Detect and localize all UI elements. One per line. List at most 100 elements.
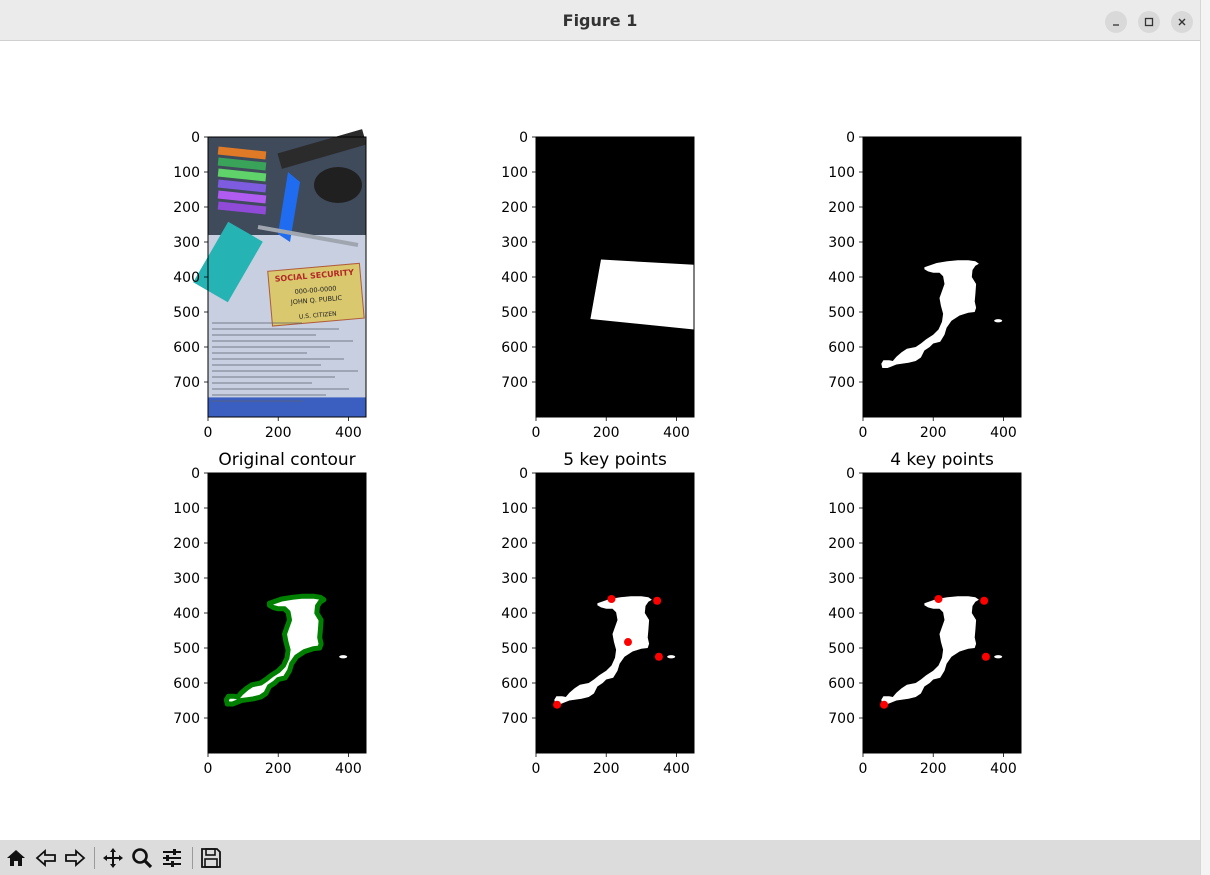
background-window-edge — [1200, 0, 1210, 875]
image-background — [863, 473, 1021, 753]
subplot-title: 4 key points — [890, 450, 994, 470]
y-tick-label: 200 — [828, 536, 855, 552]
y-tick-label: 400 — [501, 606, 528, 622]
y-tick-label: 300 — [828, 235, 855, 251]
image-background — [863, 137, 1021, 417]
y-tick-label: 500 — [501, 305, 528, 321]
y-tick-label: 100 — [501, 165, 528, 181]
subplot-3: 0 100 200 300 400 500 600 700 0 200 400 — [828, 130, 1022, 441]
y-tick-label: 0 — [191, 130, 200, 146]
window-title: Figure 1 — [562, 11, 638, 30]
home-icon[interactable] — [4, 846, 28, 870]
y-tick-label: 0 — [846, 466, 855, 482]
y-tick-label: 0 — [519, 130, 528, 146]
x-tick-label: 0 — [532, 425, 541, 441]
x-tick-label: 400 — [990, 761, 1017, 777]
x-tick-label: 400 — [663, 425, 690, 441]
y-tick-label: 200 — [501, 200, 528, 216]
y-tick-label: 700 — [501, 375, 528, 391]
y-tick-label: 100 — [828, 165, 855, 181]
blob-speck — [339, 655, 348, 659]
y-tick-label: 500 — [173, 641, 200, 657]
y-tick-label: 0 — [191, 466, 200, 482]
subplot-2: 0 100 200 300 400 500 600 700 0 200 400 — [501, 130, 695, 441]
figure-window: Figure 1 SOCIAL SECURITY 000-00-0000 JOHN … — [0, 0, 1200, 875]
minimize-icon — [1113, 24, 1119, 26]
blob-speck — [994, 319, 1003, 323]
blob-speck — [667, 655, 676, 659]
x-tick-label: 0 — [204, 761, 213, 777]
y-tick-label: 300 — [828, 571, 855, 587]
navigation-toolbar — [0, 840, 1200, 875]
y-tick-label: 300 — [501, 235, 528, 251]
x-tick-label: 400 — [990, 425, 1017, 441]
subplot-1: SOCIAL SECURITY000-00-0000JOHN Q. PUBLIC… — [173, 129, 367, 441]
y-tick-label: 400 — [828, 270, 855, 286]
x-tick-label: 200 — [920, 425, 947, 441]
y-tick-label: 600 — [828, 676, 855, 692]
y-tick-label: 600 — [828, 340, 855, 356]
y-tick-label: 300 — [173, 571, 200, 587]
toolbar-separator — [94, 847, 95, 869]
ss-card: SOCIAL SECURITY000-00-0000JOHN Q. PUBLIC… — [267, 262, 365, 327]
maximize-button[interactable] — [1138, 11, 1160, 33]
y-tick-label: 200 — [828, 200, 855, 216]
y-tick-label: 200 — [501, 536, 528, 552]
subplot-5: 0 100 200 300 400 500 600 700 0 200 400 5 key point… — [501, 450, 695, 777]
y-tick-label: 700 — [173, 375, 200, 391]
zoom-icon[interactable] — [130, 846, 154, 870]
y-tick-label: 200 — [173, 536, 200, 552]
y-tick-label: 600 — [501, 340, 528, 356]
y-tick-label: 200 — [173, 200, 200, 216]
subplot-4: 0 100 200 300 400 500 600 700 0 200 400 Original co… — [173, 450, 367, 777]
key-point-marker — [981, 652, 990, 661]
x-tick-label: 400 — [335, 425, 362, 441]
y-tick-label: 500 — [173, 305, 200, 321]
mouse-shape — [314, 167, 362, 203]
figure-canvas[interactable]: SOCIAL SECURITY 000-00-0000 JOHN Q. PUBLIC… — [0, 41, 1200, 840]
x-tick-label: 200 — [265, 761, 292, 777]
y-tick-label: 500 — [828, 641, 855, 657]
x-tick-label: 200 — [920, 761, 947, 777]
y-tick-label: 100 — [501, 501, 528, 517]
forward-icon[interactable] — [63, 846, 87, 870]
configure-subplots-icon[interactable] — [160, 846, 184, 870]
y-tick-label: 600 — [173, 676, 200, 692]
subplot-title: 5 key points — [563, 450, 667, 470]
key-point-marker — [623, 638, 632, 647]
pan-icon[interactable] — [101, 846, 125, 870]
subplot-title: Original contour — [218, 450, 355, 470]
key-point-marker — [654, 652, 663, 661]
minimize-button[interactable] — [1105, 11, 1127, 33]
y-tick-label: 500 — [828, 305, 855, 321]
key-point-marker — [653, 596, 662, 605]
key-point-marker — [980, 596, 989, 605]
x-tick-label: 200 — [265, 425, 292, 441]
x-tick-label: 400 — [335, 761, 362, 777]
y-tick-label: 700 — [828, 711, 855, 727]
subplot-6: 0 100 200 300 400 500 600 700 0 200 400 4 key point… — [828, 450, 1022, 777]
y-tick-label: 700 — [173, 711, 200, 727]
save-icon[interactable] — [199, 846, 223, 870]
y-tick-label: 500 — [501, 641, 528, 657]
y-tick-label: 100 — [173, 501, 200, 517]
y-tick-label: 700 — [501, 711, 528, 727]
y-tick-label: 400 — [173, 270, 200, 286]
y-tick-label: 700 — [828, 375, 855, 391]
toolbar-separator — [192, 847, 193, 869]
maximize-icon — [1144, 17, 1154, 27]
x-tick-label: 400 — [663, 761, 690, 777]
back-icon[interactable] — [34, 846, 58, 870]
y-tick-label: 300 — [501, 571, 528, 587]
image-background — [536, 473, 694, 753]
x-tick-label: 0 — [859, 425, 868, 441]
x-tick-label: 200 — [593, 425, 620, 441]
title-bar: Figure 1 — [0, 0, 1200, 41]
photo-desk — [208, 397, 366, 417]
y-tick-label: 400 — [828, 606, 855, 622]
close-button[interactable] — [1171, 11, 1193, 33]
y-tick-label: 100 — [828, 501, 855, 517]
x-tick-label: 0 — [859, 761, 868, 777]
y-tick-label: 600 — [173, 340, 200, 356]
close-icon — [1178, 18, 1186, 26]
